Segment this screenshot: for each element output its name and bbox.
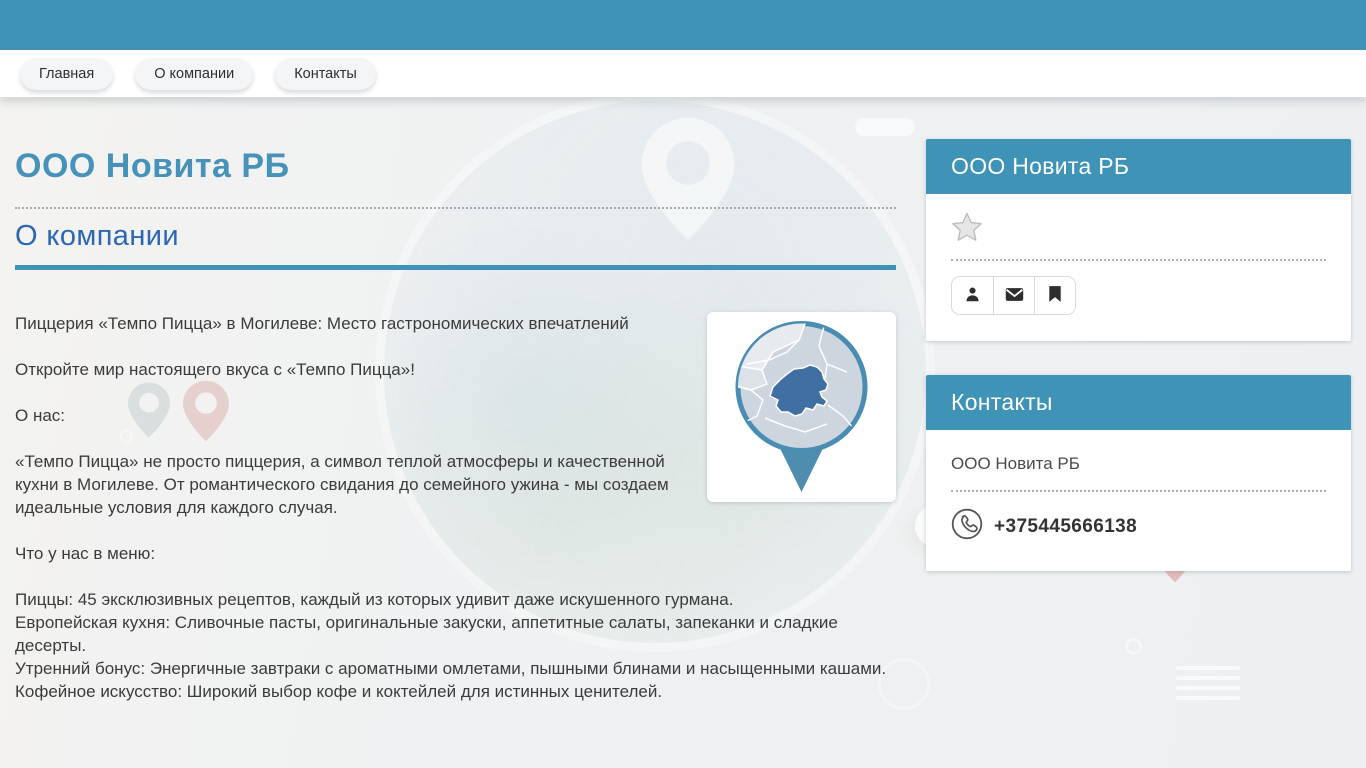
company-card-title: ООО Новита РБ: [926, 139, 1351, 194]
contacts-card: Контакты ООО Новита РБ +375445666138: [926, 375, 1351, 571]
card-action-buttons: [951, 276, 1076, 315]
person-button[interactable]: [952, 277, 993, 314]
bookmark-icon: [1048, 285, 1062, 306]
company-card: ООО Новита РБ: [926, 139, 1351, 341]
nav-item-home[interactable]: Главная: [20, 57, 114, 90]
nav-item-contacts[interactable]: Контакты: [275, 57, 376, 90]
bookmark-button[interactable]: [1034, 277, 1075, 314]
main-content: ООО Новита РБ О компании Пиццерия «Темпо…: [15, 97, 896, 726]
top-banner: [0, 0, 1366, 50]
paragraph: Что у нас в меню:: [15, 544, 156, 563]
contacts-card-title: Контакты: [926, 375, 1351, 430]
phone-icon: [951, 508, 983, 545]
divider: [15, 207, 896, 209]
accent-divider: [15, 265, 896, 270]
phone-number-link[interactable]: +375445666138: [994, 516, 1137, 538]
menu-list: Пиццы: 45 эксклюзивных рецептов, каждый …: [15, 590, 887, 701]
section-heading: О компании: [15, 220, 179, 252]
envelope-icon: [1005, 287, 1024, 305]
divider: [951, 490, 1326, 492]
person-icon: [964, 286, 981, 306]
divider: [951, 259, 1326, 261]
email-button[interactable]: [993, 277, 1034, 314]
main-navigation: Главная О компании Контакты: [0, 50, 1366, 97]
page-title: ООО Новита РБ: [15, 147, 290, 185]
about-text: Пиццерия «Темпо Пицца» в Могилеве: Место…: [15, 312, 896, 703]
rating-star-icon[interactable]: [951, 212, 1326, 247]
location-map-widget: [707, 312, 896, 502]
sidebar: ООО Новита РБ Контакты ООО Новита РБ +37…: [926, 97, 1351, 571]
nav-item-about[interactable]: О компании: [135, 57, 254, 90]
contact-company-name: ООО Новита РБ: [951, 454, 1080, 473]
